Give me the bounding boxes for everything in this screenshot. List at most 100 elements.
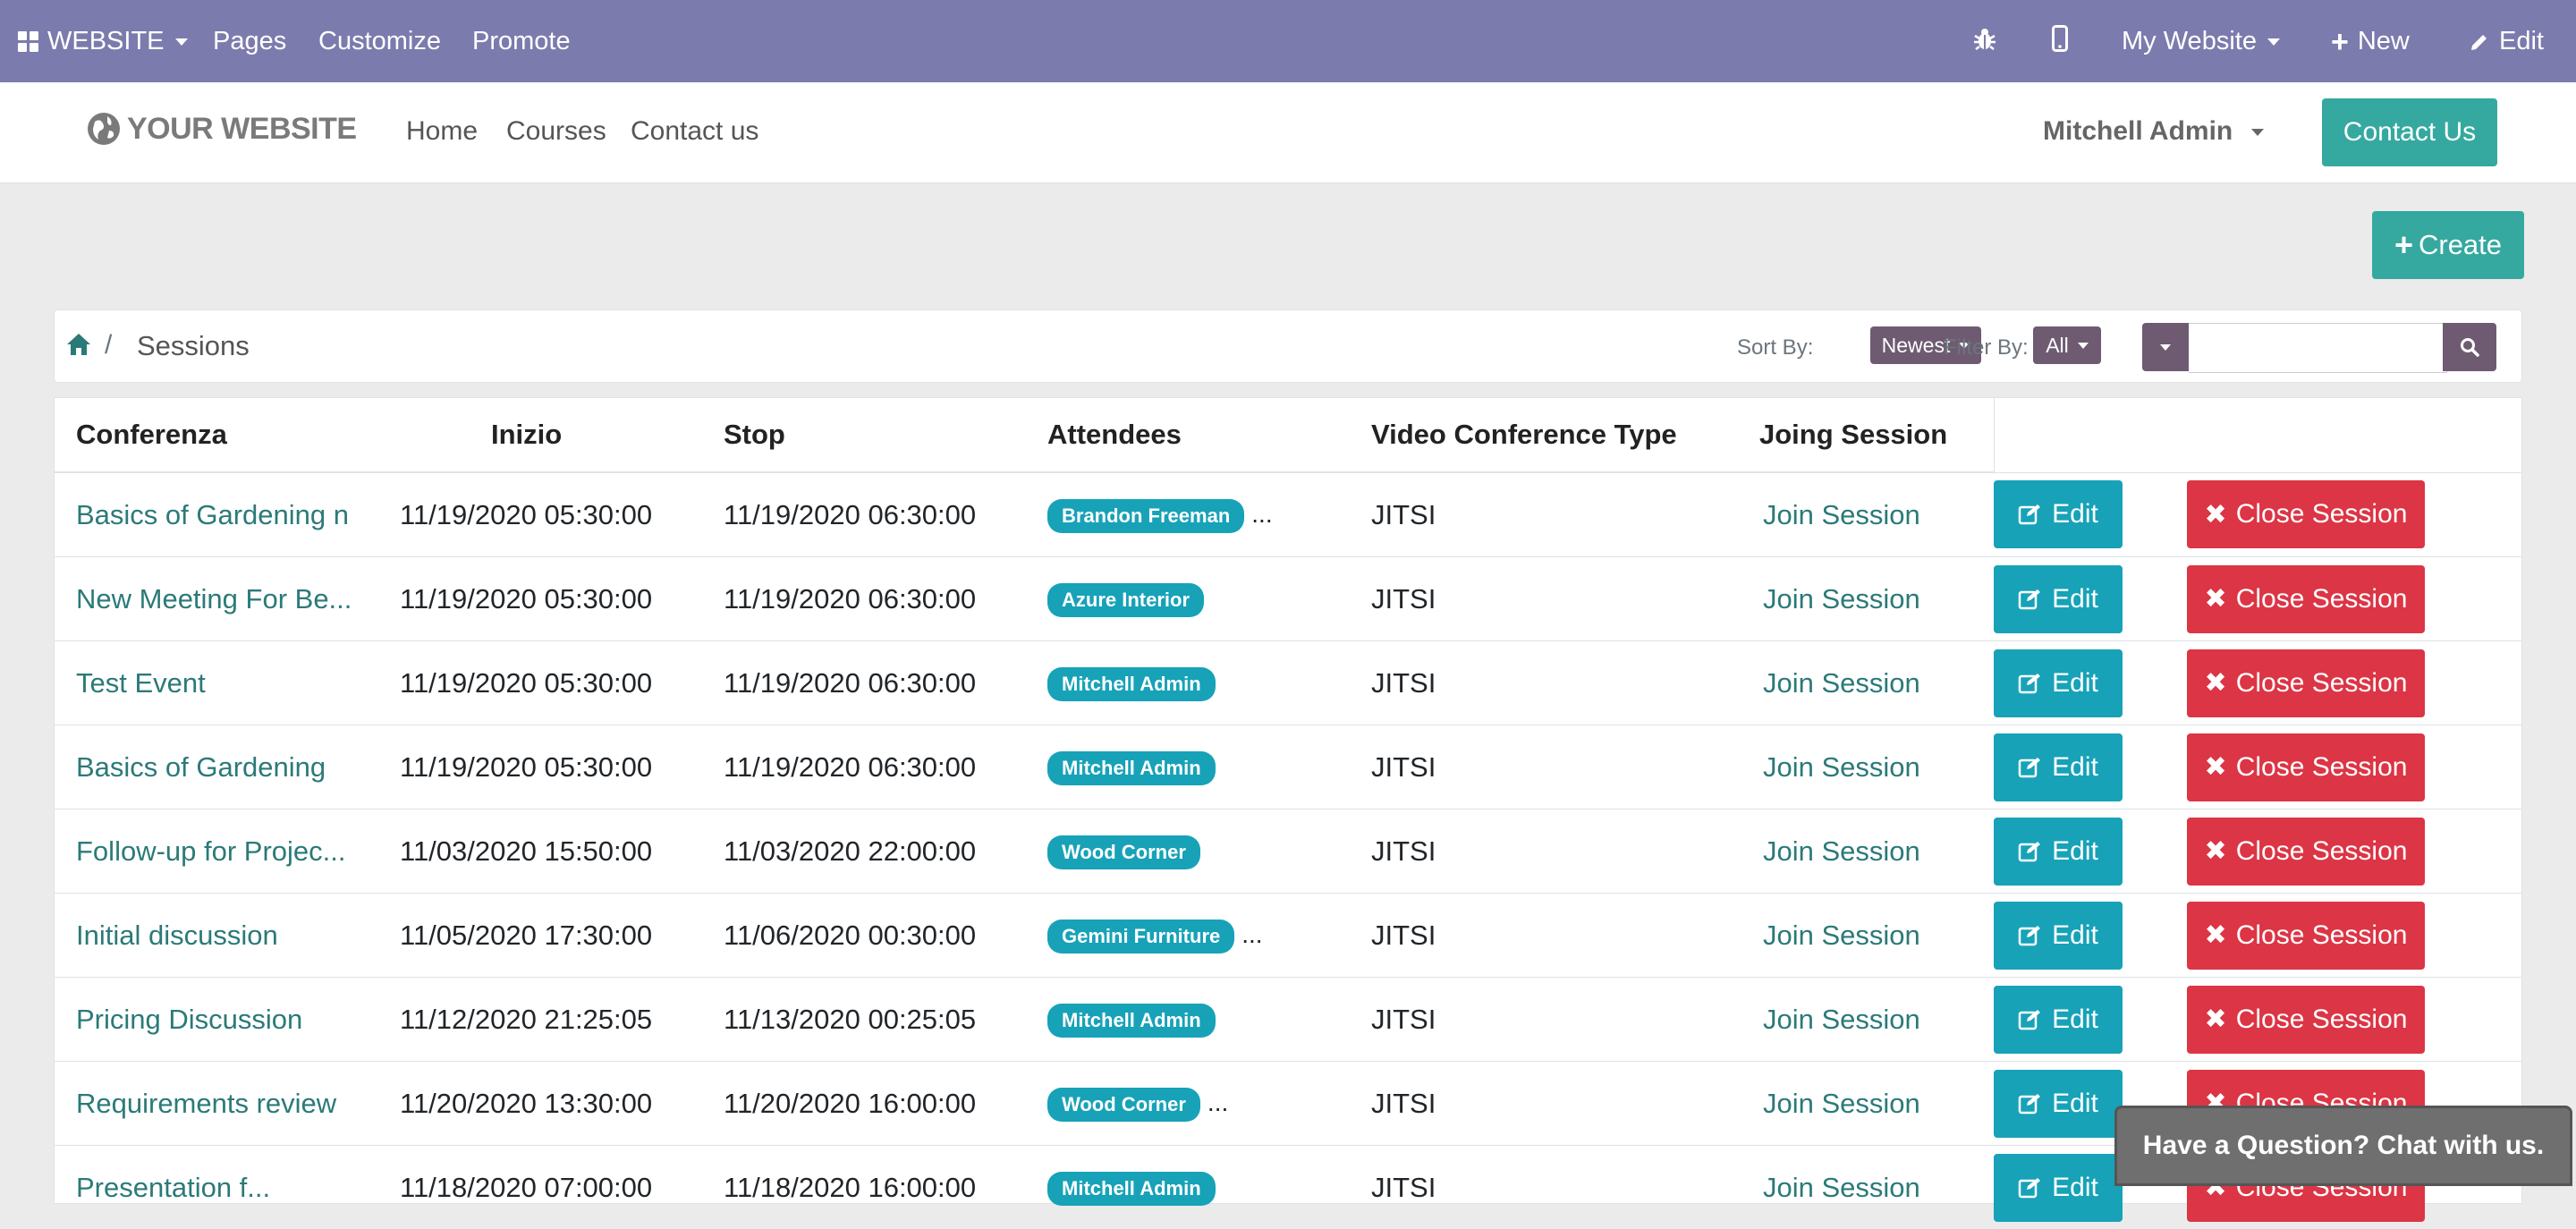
- conference-link[interactable]: Requirements review: [76, 1088, 362, 1120]
- conference-link[interactable]: Test Event: [76, 667, 362, 699]
- conference-link[interactable]: Pricing Discussion: [76, 1004, 362, 1036]
- edit-label: Edit: [2499, 27, 2544, 56]
- conference-link[interactable]: Basics of Gardening: [76, 751, 362, 784]
- edit-page-button[interactable]: Edit: [2469, 27, 2544, 56]
- col-joing-session[interactable]: Joing Session: [1738, 398, 1994, 472]
- stop-time: 11/19/2020 06:30:00: [702, 641, 1026, 725]
- attendees-cell: Wood Corner: [1026, 809, 1350, 894]
- menu-pages[interactable]: Pages: [213, 27, 286, 56]
- conference-link[interactable]: Presentation f...: [76, 1172, 362, 1204]
- search-button[interactable]: [2443, 323, 2496, 371]
- close-session-button[interactable]: ✖ Close Session: [2187, 565, 2425, 633]
- search-icon: [2459, 336, 2480, 358]
- edit-icon: [2018, 1176, 2043, 1199]
- filter-dropdown[interactable]: All: [2033, 326, 2101, 364]
- attendee-badge: Mitchell Admin: [1047, 1004, 1216, 1038]
- debug-bug-icon[interactable]: [1973, 27, 1996, 52]
- video-type: JITSI: [1350, 809, 1738, 894]
- table-header-row: Conferenza Inizio Stop Attendees Video C…: [55, 398, 2521, 472]
- join-session-link[interactable]: Join Session: [1763, 1172, 1920, 1203]
- join-session-link[interactable]: Join Session: [1763, 1088, 1920, 1119]
- video-type: JITSI: [1350, 1146, 1738, 1229]
- attendees-cell: Azure Interior: [1026, 557, 1350, 641]
- edit-button[interactable]: Edit: [1994, 565, 2123, 633]
- filter-value: All: [2046, 334, 2069, 358]
- more-attendees[interactable]: ...: [1241, 920, 1262, 948]
- edit-label: Edit: [2052, 836, 2098, 867]
- edit-button[interactable]: Edit: [1994, 902, 2123, 970]
- close-session-button[interactable]: ✖ Close Session: [2187, 733, 2425, 801]
- edit-button[interactable]: Edit: [1994, 733, 2123, 801]
- close-session-button[interactable]: ✖ Close Session: [2187, 649, 2425, 717]
- plus-icon: +: [2331, 30, 2349, 55]
- nav-contact-us[interactable]: Contact us: [631, 116, 758, 147]
- website-label: WEBSITE: [47, 27, 165, 56]
- col-conferenza[interactable]: Conferenza: [55, 398, 378, 472]
- close-session-label: Close Session: [2236, 668, 2408, 699]
- col-inizio[interactable]: Inizio: [378, 398, 702, 472]
- attendees-cell: Wood Corner...: [1026, 1062, 1350, 1146]
- edit-button[interactable]: Edit: [1994, 480, 2123, 548]
- edit-button[interactable]: Edit: [1994, 1154, 2123, 1222]
- chevron-down-icon: [2267, 38, 2280, 46]
- col-attendees[interactable]: Attendees: [1026, 398, 1350, 472]
- start-time: 11/18/2020 07:00:00: [378, 1146, 702, 1229]
- nav-courses[interactable]: Courses: [506, 116, 606, 147]
- edit-button[interactable]: Edit: [1994, 818, 2123, 886]
- stop-time: 11/03/2020 22:00:00: [702, 809, 1026, 894]
- close-session-button[interactable]: ✖ Close Session: [2187, 986, 2425, 1054]
- more-attendees[interactable]: ...: [1208, 1089, 1228, 1116]
- close-session-button[interactable]: ✖ Close Session: [2187, 480, 2425, 548]
- close-icon: ✖: [2205, 583, 2227, 614]
- col-video-conference-type[interactable]: Video Conference Type: [1350, 398, 1738, 472]
- attendees-cell: Mitchell Admin: [1026, 725, 1350, 809]
- close-session-label: Close Session: [2236, 499, 2408, 530]
- close-session-label: Close Session: [2236, 584, 2408, 614]
- contact-us-button[interactable]: Contact Us: [2322, 98, 2497, 166]
- new-button[interactable]: + New: [2331, 27, 2410, 56]
- user-menu[interactable]: Mitchell Admin: [2043, 116, 2264, 147]
- col-stop[interactable]: Stop: [702, 398, 1026, 472]
- join-session-link[interactable]: Join Session: [1763, 920, 1920, 951]
- join-session-link[interactable]: Join Session: [1763, 667, 1920, 699]
- conference-link[interactable]: New Meeting For Be...: [76, 583, 362, 615]
- site-logo[interactable]: YOUR WEBSITE: [86, 111, 357, 147]
- menu-customize[interactable]: Customize: [318, 27, 441, 56]
- conference-link[interactable]: Initial discussion: [76, 920, 362, 952]
- edit-button[interactable]: Edit: [1994, 649, 2123, 717]
- attendee-badge: Mitchell Admin: [1047, 751, 1216, 785]
- join-session-link[interactable]: Join Session: [1763, 835, 1920, 867]
- edit-button[interactable]: Edit: [1994, 1070, 2123, 1138]
- home-icon[interactable]: [65, 332, 92, 361]
- close-session-button[interactable]: ✖ Close Session: [2187, 902, 2425, 970]
- nav-home[interactable]: Home: [406, 116, 478, 147]
- join-session-link[interactable]: Join Session: [1763, 1004, 1920, 1035]
- live-chat-button[interactable]: Have a Question? Chat with us.: [2114, 1106, 2572, 1186]
- table-row: Initial discussion 11/05/2020 17:30:00 1…: [55, 894, 2521, 978]
- website-apps-menu[interactable]: WEBSITE: [18, 27, 188, 56]
- my-website-dropdown[interactable]: My Website: [2122, 27, 2280, 56]
- edit-icon: [2018, 1092, 2043, 1115]
- edit-icon: [2018, 588, 2043, 611]
- edit-button[interactable]: Edit: [1994, 986, 2123, 1054]
- close-session-button[interactable]: ✖ Close Session: [2187, 818, 2425, 886]
- create-button[interactable]: + Create: [2372, 211, 2524, 279]
- breadcrumb-current: Sessions: [137, 330, 250, 362]
- join-session-link[interactable]: Join Session: [1763, 499, 1920, 530]
- menu-promote[interactable]: Promote: [472, 27, 571, 56]
- more-attendees[interactable]: ...: [1251, 500, 1272, 528]
- start-time: 11/03/2020 15:50:00: [378, 809, 702, 894]
- mobile-preview-icon[interactable]: [2052, 25, 2068, 52]
- edit-icon: [2018, 672, 2043, 695]
- join-session-link[interactable]: Join Session: [1763, 751, 1920, 783]
- attendee-badge: Wood Corner: [1047, 835, 1200, 869]
- table-row: Follow-up for Projec... 11/03/2020 15:50…: [55, 809, 2521, 894]
- conference-link[interactable]: Basics of Gardening n: [76, 499, 362, 531]
- conference-link[interactable]: Follow-up for Projec...: [76, 835, 362, 868]
- search-options-dropdown[interactable]: [2142, 323, 2189, 371]
- search-input[interactable]: [2189, 323, 2447, 373]
- join-session-link[interactable]: Join Session: [1763, 583, 1920, 614]
- col-close: [2187, 398, 2521, 472]
- close-session-label: Close Session: [2236, 752, 2408, 783]
- my-website-label: My Website: [2122, 27, 2257, 56]
